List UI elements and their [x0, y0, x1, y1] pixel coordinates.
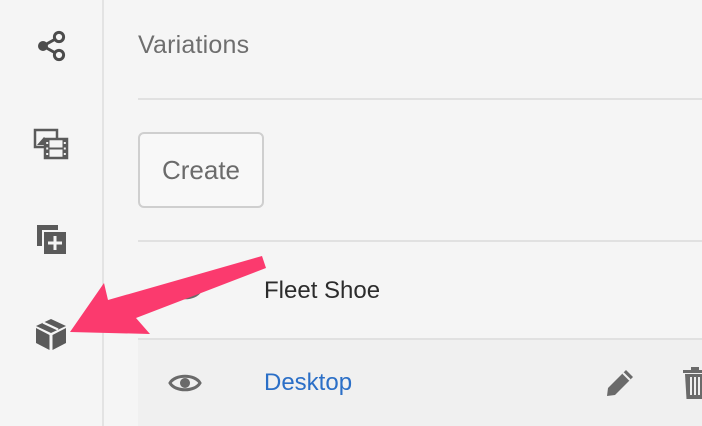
- share-button[interactable]: [26, 21, 76, 71]
- divider: [138, 98, 702, 100]
- media-assets-icon: [33, 128, 69, 160]
- divider: [138, 240, 702, 242]
- panel-title: Variations: [138, 31, 250, 59]
- pencil-icon[interactable]: [604, 367, 636, 399]
- trash-icon[interactable]: [682, 366, 702, 400]
- create-button[interactable]: Create: [138, 132, 264, 208]
- app-window: Variations Create Fleet Shoe Desktop: [0, 0, 702, 426]
- package-button[interactable]: [26, 309, 76, 359]
- list-item-link[interactable]: Desktop: [264, 369, 352, 397]
- add-copy-button[interactable]: [26, 214, 76, 264]
- media-assets-button[interactable]: [26, 118, 76, 168]
- list-item[interactable]: Fleet Shoe: [138, 243, 702, 339]
- eye-icon[interactable]: [168, 279, 202, 303]
- add-copy-icon: [37, 225, 66, 254]
- list-item-label: Fleet Shoe: [264, 277, 381, 304]
- eye-icon[interactable]: [168, 371, 202, 395]
- package-icon: [36, 319, 66, 350]
- variations-panel: Variations Create Fleet Shoe Desktop: [104, 0, 702, 426]
- share-icon: [38, 30, 66, 62]
- side-rail: [0, 0, 104, 426]
- list-item[interactable]: Desktop: [138, 340, 702, 426]
